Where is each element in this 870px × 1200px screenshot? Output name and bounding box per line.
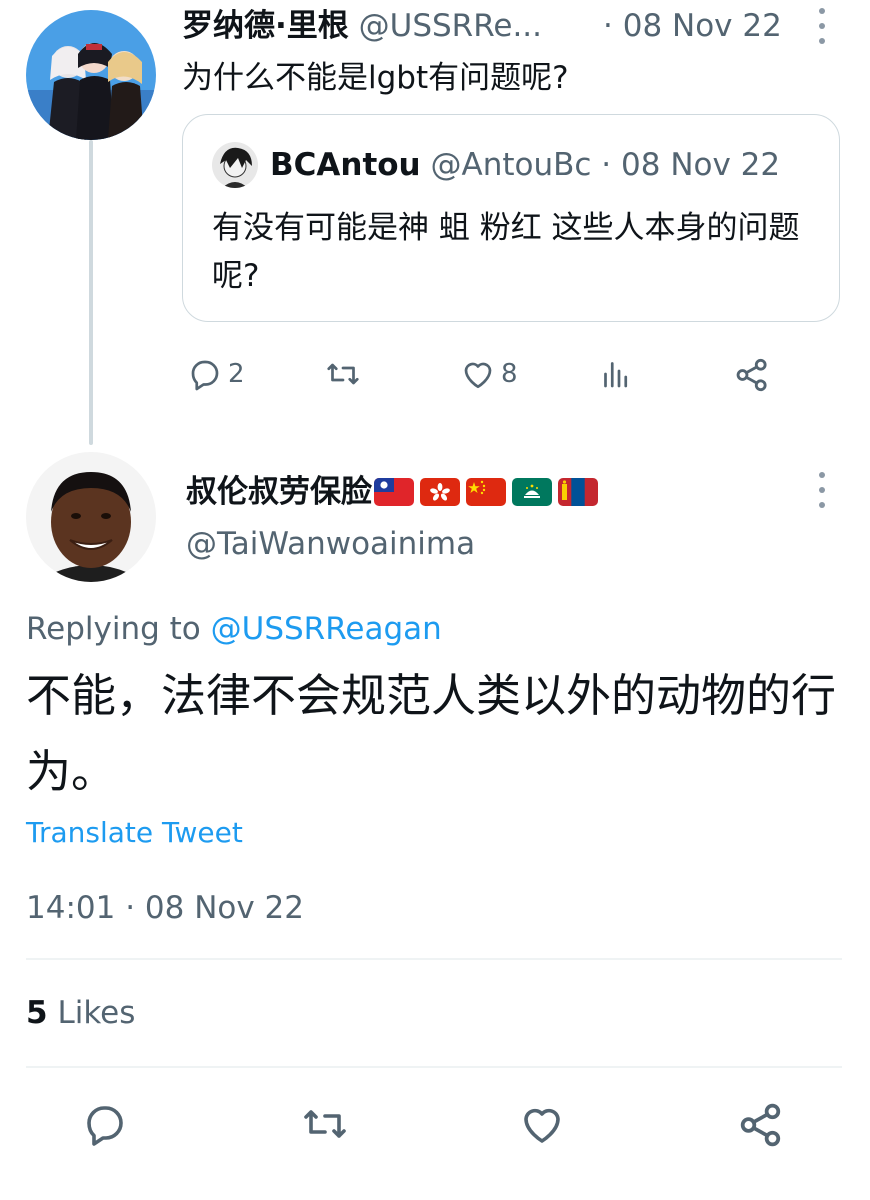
flag-mongolia-icon	[558, 478, 598, 506]
parent-more-options-icon[interactable]	[810, 8, 834, 44]
quote-handle: @AntouBc	[430, 147, 592, 183]
heart-icon	[464, 362, 492, 389]
main-handle[interactable]: @TaiWanwoainima	[186, 524, 475, 564]
likes-label: Likes	[57, 995, 136, 1031]
divider	[26, 958, 842, 960]
replying-to-link[interactable]: @USSRReagan	[211, 611, 442, 647]
flag-china-icon	[466, 478, 506, 506]
replying-to-line: Replying to @USSRReagan	[26, 609, 442, 649]
quote-date: 08 Nov 22	[621, 147, 781, 183]
heart-icon	[524, 1108, 560, 1143]
reply-icon	[87, 1106, 123, 1146]
main-share-button[interactable]	[736, 1100, 786, 1154]
quote-avatar	[212, 142, 258, 188]
analytics-icon	[604, 362, 628, 388]
retweet-icon	[327, 363, 359, 385]
parent-avatar[interactable]	[26, 10, 156, 140]
quote-display-name: BCAntou	[270, 147, 421, 183]
parent-like-count: 8	[501, 359, 518, 389]
parent-reply-button[interactable]: 2	[186, 356, 245, 392]
translate-tweet-link[interactable]: Translate Tweet	[26, 815, 243, 851]
flag-hongkong-icon	[420, 478, 460, 506]
main-retweet-button[interactable]	[298, 1100, 352, 1152]
main-like-button[interactable]	[517, 1100, 567, 1152]
main-display-name[interactable]: 叔伦叔劳保脸	[186, 472, 372, 512]
flag-macau-icon	[512, 478, 552, 506]
parent-handle[interactable]: @USSRRe...	[359, 8, 542, 44]
parent-share-button[interactable]	[733, 356, 771, 394]
main-avatar[interactable]	[26, 452, 156, 582]
anime-portrait-avatar-icon	[212, 142, 258, 188]
parent-date[interactable]: 08 Nov 22	[623, 8, 782, 44]
likes-stat[interactable]: 5 Likes	[26, 993, 135, 1033]
parent-tweet-text: 为什么不能是lgbt有问题呢?	[182, 60, 569, 96]
parent-display-name[interactable]: 罗纳德·里根	[182, 8, 349, 44]
quote-dot-separator: ·	[601, 147, 612, 183]
flag-taiwan-icon	[374, 478, 414, 506]
parent-retweet-button[interactable]	[322, 356, 364, 392]
likes-count: 5	[26, 995, 48, 1031]
quote-tweet-text: 有没有可能是神 蛆 粉红 这些人本身的问题呢?	[212, 210, 800, 294]
man-portrait-avatar-icon	[26, 452, 156, 582]
tweet-timestamp[interactable]: 14:01 · 08 Nov 22	[26, 888, 304, 928]
share-icon	[736, 358, 767, 392]
parent-analytics-button[interactable]	[598, 356, 634, 392]
share-icon	[740, 1103, 781, 1147]
anime-group-avatar-icon	[26, 10, 156, 140]
main-reply-button[interactable]	[80, 1100, 130, 1152]
retweet-icon	[304, 1110, 346, 1138]
parent-like-button[interactable]: 8	[459, 356, 518, 392]
parent-dot-separator: ·	[603, 8, 613, 44]
divider	[26, 1066, 842, 1068]
replying-to-prefix: Replying to	[26, 611, 201, 647]
parent-reply-count: 2	[228, 359, 245, 389]
reply-icon	[191, 360, 219, 391]
main-tweet-text: 不能，法律不会规范人类以外的动物的行为。	[26, 669, 837, 798]
main-more-options-icon[interactable]	[810, 472, 834, 508]
thread-line	[89, 140, 93, 445]
